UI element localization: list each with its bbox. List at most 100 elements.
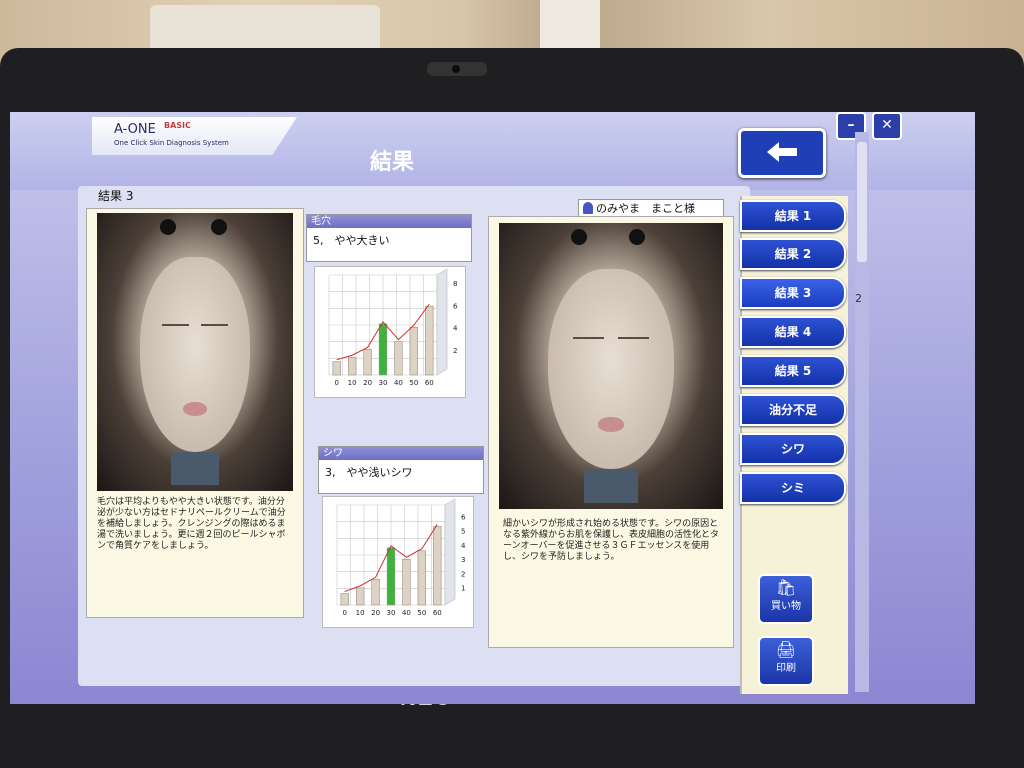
chart-y-tick-label: 5 xyxy=(461,528,465,536)
scrollbar[interactable] xyxy=(855,132,869,692)
chin-rest xyxy=(171,452,219,486)
result-tab-label: 結果 3 xyxy=(98,189,134,203)
webcam-icon xyxy=(427,62,487,76)
face-image xyxy=(548,268,674,469)
chart-x-tick-label: 40 xyxy=(402,609,411,617)
print-label: 印刷 xyxy=(776,663,796,674)
brand-name: A-ONE xyxy=(114,122,156,137)
chart-x-tick-label: 10 xyxy=(348,379,357,387)
face-eye xyxy=(200,324,229,327)
sensor-dot xyxy=(210,218,227,235)
chart-y-tick-label: 2 xyxy=(453,347,457,355)
chart-y-tick-label: 8 xyxy=(453,280,457,288)
brand-logo: A-ONE BASIC One Click Skin Diagnosis Sys… xyxy=(92,117,297,155)
face-mouth xyxy=(183,402,207,416)
wrinkles-description: 細かいシワが形成され始める状態です。シワの原因となる紫外線からお肌を保護し、表皮… xyxy=(503,519,720,562)
pores-metric: 毛穴 5, やや大きい xyxy=(306,214,472,262)
chart-x-tick-label: 30 xyxy=(387,609,396,617)
nav-item-result-5[interactable]: 結果 5 xyxy=(740,355,846,387)
chart-x-tick-label: 10 xyxy=(356,609,365,617)
close-button[interactable]: ✕ xyxy=(872,112,902,140)
wrinkles-value: 3, やや浅いシワ xyxy=(325,466,413,479)
printer-icon: 🖨 xyxy=(775,640,797,659)
face-image xyxy=(140,257,250,453)
chart-y-tick-label: 6 xyxy=(453,302,458,310)
user-icon xyxy=(583,202,593,214)
back-button[interactable] xyxy=(738,128,826,178)
chart-bar xyxy=(347,356,357,376)
chart-bar xyxy=(332,361,341,376)
chart-bar xyxy=(409,326,419,376)
chart-bar xyxy=(394,341,403,376)
chart-x-tick-label: 0 xyxy=(342,609,346,617)
shopping-bag-icon: 🛍 xyxy=(775,578,797,597)
sensor-dot xyxy=(628,228,645,245)
chart-y-tick-label: 3 xyxy=(461,556,465,564)
result-navigation: 結果 1 結果 2 結果 3 結果 4 結果 5 油分不足 シワ シミ 🛍 買い… xyxy=(740,196,848,694)
background-cloth xyxy=(540,0,600,50)
user-name: のみやま まこと様 xyxy=(596,202,695,215)
wrinkles-label: シワ xyxy=(319,447,483,460)
chart-x-tick-label: 20 xyxy=(371,609,380,617)
pores-label: 毛穴 xyxy=(307,215,471,228)
chart-x-tick-label: 50 xyxy=(409,379,418,387)
chart-x-tick-label: 20 xyxy=(363,379,372,387)
face-mouth xyxy=(597,417,625,432)
chart-bar xyxy=(340,593,349,606)
sensor-dot xyxy=(570,228,587,245)
nav-item-result-1[interactable]: 結果 1 xyxy=(740,200,846,232)
chart-x-tick-label: 40 xyxy=(394,379,403,387)
face-eye xyxy=(617,337,650,340)
chart-x-tick-label: 60 xyxy=(433,609,442,617)
right-result-card: 細かいシワが形成され始める状態です。シワの原因となる紫外線からお肌を保護し、表皮… xyxy=(488,216,734,648)
left-arrow-icon xyxy=(767,142,797,162)
scrollbar-thumb[interactable] xyxy=(857,142,867,262)
chart-bar xyxy=(386,547,396,606)
face-photo-before xyxy=(97,213,293,491)
nav-item-oil-deficiency[interactable]: 油分不足 xyxy=(740,394,846,426)
app-screen: A-ONE BASIC One Click Skin Diagnosis Sys… xyxy=(10,112,975,704)
brand-tagline: One Click Skin Diagnosis System xyxy=(114,139,229,147)
pores-value: 5, やや大きい xyxy=(313,234,390,247)
face-eye xyxy=(572,337,605,340)
nav-item-result-4[interactable]: 結果 4 xyxy=(740,316,846,348)
shopping-label: 買い物 xyxy=(771,601,801,612)
chart-x-tick-label: 60 xyxy=(425,379,434,387)
page-title: 結果 xyxy=(370,150,415,175)
chart-bar xyxy=(417,550,427,606)
face-photo-after xyxy=(499,223,723,509)
chart-bar xyxy=(371,578,380,606)
nav-item-wrinkles[interactable]: シワ xyxy=(740,433,846,465)
chart-bar xyxy=(355,587,365,606)
wrinkles-metric: シワ 3, やや浅いシワ xyxy=(318,446,484,494)
chart-y-tick-label: 4 xyxy=(461,542,466,550)
left-result-card: 毛穴は平均よりもやや大きい状態です。油分分泌が少ない方はセドナリペールクリームで… xyxy=(86,208,304,618)
chart-bar xyxy=(378,323,388,376)
results-panel: 結果 3 のみやま まこと様 毛穴は平均よりもやや大きい状態です。油分分泌が少な… xyxy=(78,186,750,686)
face-eye xyxy=(161,324,190,327)
side-marker: 2 xyxy=(855,292,862,305)
chart-x-tick-label: 0 xyxy=(334,379,338,387)
chart-y-tick-label: 2 xyxy=(461,570,465,578)
top-bar: A-ONE BASIC One Click Skin Diagnosis Sys… xyxy=(10,112,975,190)
chart-x-tick-label: 30 xyxy=(379,379,388,387)
chin-rest xyxy=(584,468,638,504)
pores-chart: 0 10 20 30 40 50 60 2 4 6 8 xyxy=(314,266,466,398)
nav-item-result-3[interactable]: 結果 3 xyxy=(740,277,846,309)
shopping-button[interactable]: 🛍 買い物 xyxy=(758,574,814,624)
wrinkles-chart: 0 10 20 30 40 50 60 1 2 3 4 5 6 xyxy=(322,496,474,628)
sensor-dot xyxy=(159,218,176,235)
nav-item-result-2[interactable]: 結果 2 xyxy=(740,238,846,270)
brand-edition: BASIC xyxy=(164,121,191,130)
chart-y-tick-label: 4 xyxy=(453,325,458,333)
chart-bar xyxy=(433,526,442,606)
print-button[interactable]: 🖨 印刷 xyxy=(758,636,814,686)
nav-item-spots[interactable]: シミ xyxy=(740,472,846,504)
chart-bar xyxy=(363,349,372,376)
chart-x-tick-label: 50 xyxy=(417,609,426,617)
pores-description: 毛穴は平均よりもやや大きい状態です。油分分泌が少ない方はセドナリペールクリームで… xyxy=(97,497,286,551)
chart-side-wall xyxy=(444,498,456,606)
chart-bar xyxy=(425,305,434,376)
chart-bar xyxy=(402,558,411,606)
chart-y-tick-label: 1 xyxy=(461,585,465,593)
